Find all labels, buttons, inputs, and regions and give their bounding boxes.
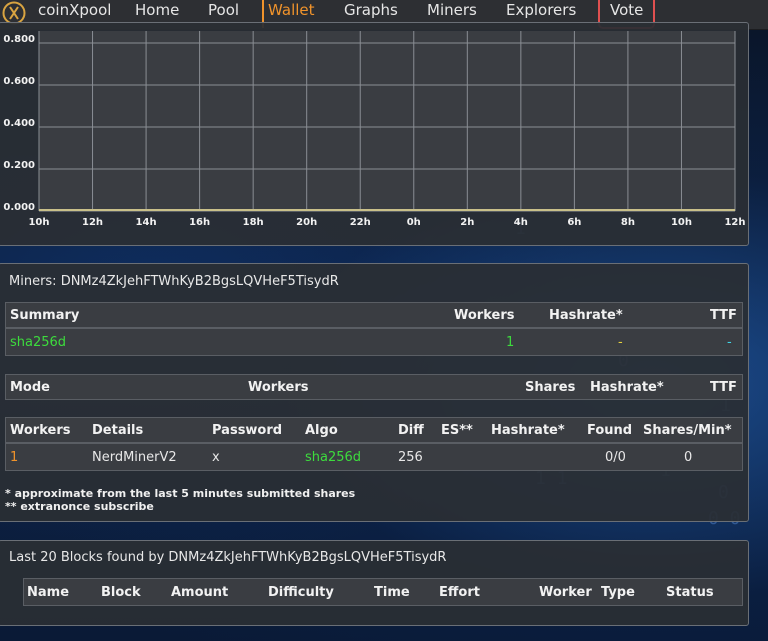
footnote-approximate: * approximate from the last 5 minutes su… [5, 487, 356, 500]
blocks-type-header: Type [601, 585, 635, 600]
worker-details: NerdMinerV2 [92, 450, 177, 465]
chart-x-tick-label: 18h [243, 217, 264, 228]
shares-min-col-header: Shares/Min* [643, 423, 732, 438]
chart-x-tick-label: 8h [621, 217, 635, 228]
summary-header: Summary [10, 308, 80, 323]
diff-col-header: Diff [398, 423, 424, 438]
worker-count: 1 [10, 450, 19, 465]
chart-y-tick-label: 0.400 [3, 118, 35, 129]
mode-header: Mode [10, 380, 50, 395]
chart-x-tick-label: 20h [296, 217, 317, 228]
blocks-header-row: Name Block Amount Difficulty Time Effort… [23, 578, 743, 606]
blocks-panel: Last 20 Blocks found by DNMz4ZkJehFTWhKy… [0, 540, 749, 626]
chart-x-tick-label: 12h [724, 217, 745, 228]
chart-y-tick-label: 0.600 [3, 76, 35, 87]
blocks-amount-header: Amount [171, 585, 229, 600]
chart-y-tick-label: 0.200 [3, 160, 35, 171]
chart-x-tick-label: 0h [407, 217, 421, 228]
ttf-header: TTF [710, 308, 737, 323]
chart-x-tick-label: 10h [671, 217, 692, 228]
worker-found: 0/0 [605, 450, 626, 465]
summary-hashrate: - [618, 335, 623, 350]
worker-diff: 256 [398, 450, 423, 465]
blocks-worker-header: Worker [539, 585, 592, 600]
blocks-time-header: Time [374, 585, 410, 600]
chart-x-tick-label: 4h [514, 217, 528, 228]
worker-row: 1 NerdMinerV2 x sha256d 256 0/0 0 [5, 443, 743, 471]
summary-row: sha256d 1 - - [5, 328, 743, 356]
blocks-difficulty-header: Difficulty [268, 585, 334, 600]
summary-header-row: Summary Workers Hashrate* TTF [5, 302, 743, 328]
workers-header: Workers [454, 308, 515, 323]
miners-panel: Miners: DNMz4ZkJehFTWhKyB2BgsLQVHeF5Tisy… [0, 263, 749, 522]
mode-workers-header: Workers [248, 380, 309, 395]
worker-password: x [212, 450, 220, 465]
blocks-block-header: Block [101, 585, 141, 600]
blocks-effort-header: Effort [439, 585, 480, 600]
hashrate-col-header: Hashrate* [491, 423, 565, 438]
details-col-header: Details [92, 423, 144, 438]
mode-ttf-header: TTF [710, 380, 737, 395]
chart-x-tick-label: 2h [460, 217, 474, 228]
mode-shares-header: Shares [525, 380, 576, 395]
chart-y-tick-label: 0.000 [3, 202, 35, 213]
chart-x-tick-label: 6h [567, 217, 581, 228]
blocks-name-header: Name [27, 585, 70, 600]
chart-x-tick-label: 16h [189, 217, 210, 228]
chart-y-tick-label: 0.800 [3, 34, 35, 45]
mode-hashrate-header: Hashrate* [590, 380, 664, 395]
algo-col-header: Algo [305, 423, 338, 438]
chart-plot-area [39, 31, 735, 211]
summary-workers: 1 [506, 335, 515, 350]
hashrate-header: Hashrate* [549, 308, 623, 323]
miners-panel-title: Miners: DNMz4ZkJehFTWhKyB2BgsLQVHeF5Tisy… [9, 274, 339, 289]
chart-x-tick-label: 22h [350, 217, 371, 228]
blocks-panel-title: Last 20 Blocks found by DNMz4ZkJehFTWhKy… [9, 550, 447, 565]
summary-ttf: - [727, 335, 732, 350]
chart-x-tick-label: 12h [82, 217, 103, 228]
hashrate-chart: 0.000 0.200 0.400 0.600 0.800 10h 12h 14h 16h 18h… [3, 31, 746, 228]
worker-shares-min: 0 [684, 450, 693, 465]
workers-col-header: Workers [10, 423, 71, 438]
es-col-header: ES** [441, 423, 473, 438]
chart-x-tick-label: 10h [28, 217, 49, 228]
found-col-header: Found [587, 423, 633, 438]
summary-algo: sha256d [10, 335, 67, 350]
chart-x-tick-label: 14h [136, 217, 157, 228]
footnote-extranonce: ** extranonce subscribe [5, 500, 154, 513]
blocks-status-header: Status [666, 585, 714, 600]
password-col-header: Password [212, 423, 283, 438]
workers-header-row: Workers Details Password Algo Diff ES** … [5, 417, 743, 443]
worker-algo: sha256d [305, 450, 362, 465]
hashrate-chart-panel: 0.000 0.200 0.400 0.600 0.800 10h 12h 14h 16h 18h… [0, 22, 749, 246]
mode-header-row: Mode Workers Shares Hashrate* TTF [5, 374, 743, 400]
